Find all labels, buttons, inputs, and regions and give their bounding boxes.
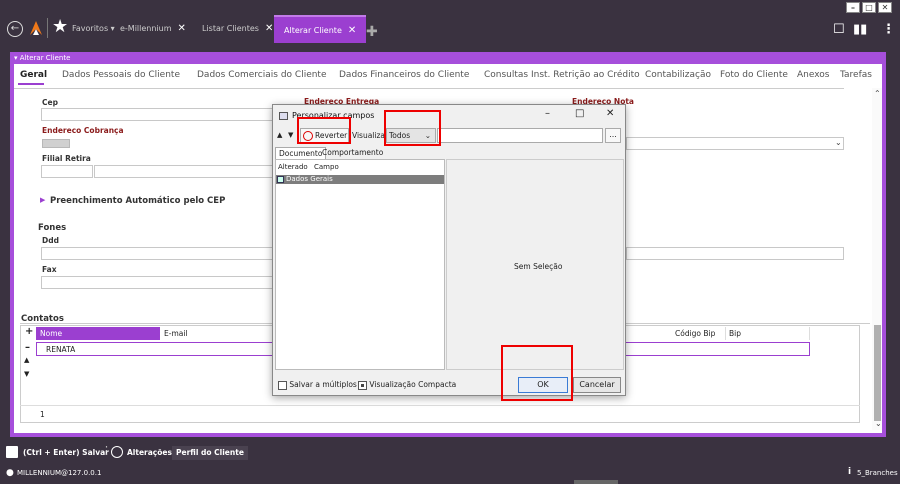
millennium-logo-icon: [30, 21, 42, 35]
clipboard-icon[interactable]: ☐: [833, 22, 845, 37]
maximize-button[interactable]: □: [575, 108, 584, 119]
close-icon[interactable]: ✕: [348, 25, 356, 36]
frame-title: ▾ Alterar Cliente: [14, 54, 71, 62]
row-count: 1: [40, 410, 45, 419]
tree-item-dados-gerais[interactable]: Dados Gerais: [276, 175, 444, 184]
tab-dados-financeiros[interactable]: Dados Financeiros do Cliente: [339, 70, 469, 80]
minimize-button[interactable]: –: [545, 108, 550, 119]
tab-contabilizacao[interactable]: Contabilização: [645, 70, 711, 80]
fax-label: Fax: [42, 265, 57, 274]
tab-alterar-cliente[interactable]: Alterar Cliente ✕: [274, 15, 367, 43]
chevron-down-icon[interactable]: ⌄: [835, 138, 842, 147]
salvar-multiplos-checkbox[interactable]: Salvar a múltiplos: [278, 380, 357, 390]
col-alterado: Alterado: [278, 163, 308, 171]
close-button[interactable]: ✕: [606, 108, 614, 119]
annotation-box-ok: [501, 345, 573, 401]
endereco-cobranca-button[interactable]: [42, 139, 70, 148]
divider: [47, 18, 48, 38]
tab-dados-pessoais[interactable]: Dados Pessoais do Cliente: [62, 70, 180, 80]
browse-button[interactable]: ...: [605, 128, 621, 143]
branches-label: 5_Branches: [857, 469, 898, 477]
tab-tarefas[interactable]: Tarefas: [840, 70, 872, 80]
preenchimento-section[interactable]: Preenchimento Automático pelo CEP: [50, 196, 225, 206]
tab-geral[interactable]: Geral: [20, 70, 47, 80]
tab-listar-clientes[interactable]: Listar Clientes ✕: [202, 15, 273, 43]
chat-icon[interactable]: ▮▮: [853, 22, 867, 37]
back-icon[interactable]: ←: [7, 21, 23, 37]
fields-tree[interactable]: [275, 159, 445, 370]
ddd-input[interactable]: [41, 247, 273, 260]
annotation-box-reverter: [297, 117, 351, 144]
maximize-button[interactable]: □: [862, 2, 876, 13]
salvar-multiplos-label: Salvar a múltiplos: [289, 380, 357, 389]
minimize-button[interactable]: –: [846, 2, 860, 13]
folder-icon: [277, 176, 284, 183]
move-down-icon[interactable]: ▼: [24, 370, 29, 378]
visualizacao-compacta-checkbox[interactable]: Visualização Compacta: [358, 380, 456, 390]
column-header-codigo-bip[interactable]: Código Bip: [672, 327, 726, 340]
alteracoes-button[interactable]: Alterações: [127, 446, 172, 460]
col-campo: Campo: [314, 163, 339, 171]
cep-label: Cep: [42, 98, 58, 107]
user-icon: ●: [6, 468, 14, 478]
favorites-menu[interactable]: Favoritos ▾: [72, 15, 115, 43]
divider: [20, 405, 860, 406]
contact-name-cell[interactable]: RENATA: [46, 345, 75, 354]
visualizacao-compacta-label: Visualização Compacta: [369, 380, 457, 389]
column-header-bip[interactable]: Bip: [726, 327, 810, 340]
remove-row-icon[interactable]: –: [25, 342, 30, 353]
tab-e-millennium[interactable]: e-Millennium ✕: [120, 15, 186, 43]
star-icon[interactable]: ★: [52, 16, 68, 37]
column-header-nome[interactable]: Nome: [36, 327, 161, 340]
move-up-icon[interactable]: ▲: [24, 356, 29, 364]
tab-anexos[interactable]: Anexos: [797, 70, 829, 80]
fax-input[interactable]: [41, 276, 273, 289]
expand-arrow-icon[interactable]: ▶: [40, 196, 45, 204]
save-icon[interactable]: [6, 446, 18, 458]
progress-indicator: [574, 480, 618, 484]
endereco-cobranca-label: Endereco Cobrança: [42, 126, 124, 135]
close-icon[interactable]: ✕: [265, 23, 273, 34]
more-icon[interactable]: ⋮: [882, 22, 895, 37]
search-input[interactable]: [437, 128, 603, 143]
tab-foto[interactable]: Foto do Cliente: [720, 70, 788, 80]
add-row-icon[interactable]: +: [25, 326, 33, 337]
scroll-up-icon[interactable]: ⌃: [874, 89, 881, 98]
endereco-nota-select[interactable]: [626, 137, 844, 150]
move-down-icon[interactable]: ▼: [288, 131, 293, 139]
cancel-button[interactable]: Cancelar: [573, 377, 621, 393]
filial-retira-name-input[interactable]: [94, 165, 273, 178]
dialog-icon: [279, 112, 288, 120]
history-icon[interactable]: [111, 446, 123, 458]
scroll-down-icon[interactable]: ⌄: [875, 419, 882, 428]
column-header-email[interactable]: E-mail: [161, 327, 273, 340]
save-button[interactable]: (Ctrl + Enter) Salvar: [23, 446, 109, 460]
active-tab-indicator: [18, 83, 44, 85]
perfil-cliente-button[interactable]: Perfil do Cliente: [172, 446, 248, 460]
filial-retira-label: Filial Retira: [42, 154, 91, 163]
tab-consultas[interactable]: Consultas Inst. Retrição ao Crédito: [484, 70, 640, 80]
tab-dados-comerciais[interactable]: Dados Comerciais do Cliente: [197, 70, 327, 80]
telefone-input[interactable]: [626, 247, 844, 260]
cep-input[interactable]: [41, 108, 273, 121]
scrollbar-thumb[interactable]: [874, 325, 881, 421]
info-icon: i: [848, 467, 852, 477]
fones-section: Fones: [38, 223, 67, 233]
close-window-button[interactable]: ✕: [878, 2, 892, 13]
ddd-label: Ddd: [42, 236, 59, 245]
add-tab-icon[interactable]: ✚: [366, 24, 378, 40]
close-icon[interactable]: ✕: [178, 23, 186, 34]
tab-comportamento[interactable]: Comportamento: [319, 147, 386, 159]
filial-retira-code-input[interactable]: [41, 165, 93, 178]
sem-selecao-label: Sem Seleção: [514, 262, 563, 271]
divider: [14, 88, 844, 89]
move-up-icon[interactable]: ▲: [277, 131, 282, 139]
annotation-box-visualizar: [384, 110, 441, 146]
user-label: MILLENNIUM@127.0.0.1: [17, 469, 102, 477]
